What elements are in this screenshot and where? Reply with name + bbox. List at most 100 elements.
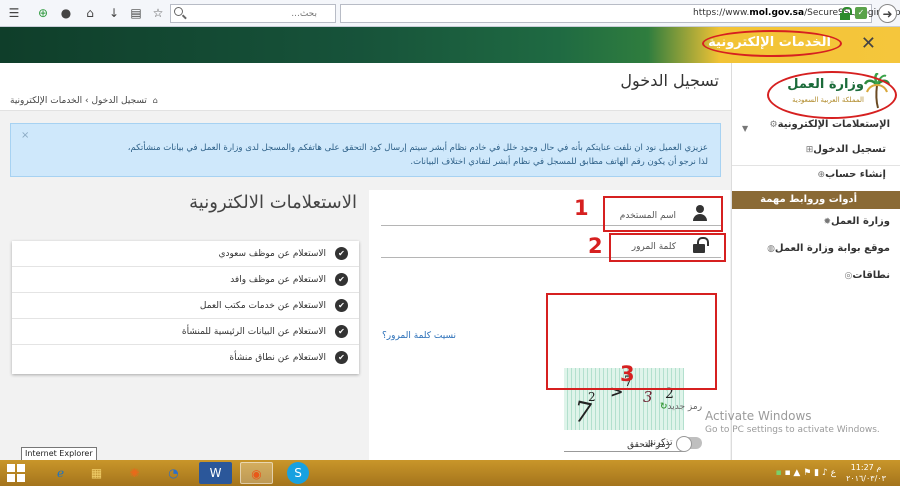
watermark-line-2: Go to PC settings to activate Windows.: [705, 425, 880, 435]
list-item[interactable]: ✔ الاستعلام عن نطاق منشأة: [12, 345, 359, 371]
internet-explorer-icon[interactable]: ℯ: [44, 462, 77, 484]
forward-arrow-icon[interactable]: ➜: [878, 4, 897, 23]
check-circle-icon: ✔: [335, 351, 348, 364]
breadcrumb-current: تسجيل الدخول: [91, 96, 147, 106]
breadcrumb-separator: ›: [84, 96, 89, 106]
sidebar-item-ministry[interactable]: وزارة العمل✹: [815, 216, 890, 232]
sidebar-item-login[interactable]: تسجيل الدخول⊞: [797, 144, 886, 160]
tools-header: أدوات وروابط مهمة: [732, 191, 900, 209]
home-icon[interactable]: ⌂: [153, 96, 158, 105]
url-text: https://www.mol.gov.sa/SecureSSL/Login.a…: [693, 8, 900, 18]
tray-app-icon[interactable]: ▪: [784, 468, 790, 478]
remember-me-toggle[interactable]: [676, 436, 702, 452]
chevron-down-icon[interactable]: ▼: [742, 124, 748, 133]
list-item-label: الاستعلام عن خدمات مكتب العمل: [199, 301, 326, 311]
target-icon: ◎: [844, 271, 853, 281]
sidebar-divider: [732, 165, 900, 166]
check-circle-icon: ✔: [335, 273, 348, 286]
tray-flag-icon[interactable]: ⚑: [803, 468, 811, 478]
page-header: تسجيل الدخول تسجيل الدخول › الخدمات الإل…: [0, 63, 731, 111]
home-icon[interactable]: ⌂: [82, 5, 98, 21]
check-circle-icon: ✔: [335, 247, 348, 260]
info-alert: × عزيزي العميل نود ان نلفت عنايتكم بأنه …: [10, 123, 721, 177]
sidebar-item-portal[interactable]: موقع بوابة وزارة العمل◍: [759, 243, 890, 259]
windows-taskbar: ℯ ▦ ✺ ◔ W ◉ S ▪ ▪ ▲ ⚑ ▮ ♪ ع 11:27 م ٢٠١٦…: [0, 460, 900, 486]
sidebar-item-label: نطاقات: [852, 270, 890, 281]
captcha-char: 3: [643, 388, 653, 406]
list-item-label: الاستعلام عن نطاق منشأة: [229, 353, 326, 363]
hamburger-menu-icon[interactable]: ☰: [6, 5, 22, 21]
forgot-password-link[interactable]: نسيت كلمة المرور؟: [382, 331, 456, 341]
browser-toolbar: ☰ ⊕ ● ⌂ ↓ ▤ ☆ ↻ https://www.mol.gov.sa/S…: [0, 0, 900, 27]
browser-app-icon[interactable]: ◔: [157, 462, 190, 484]
check-circle-icon: ✔: [335, 299, 348, 312]
remember-me-label: تذكرني: [646, 438, 673, 448]
tray-volume-icon[interactable]: ♪: [822, 468, 828, 478]
annotation-number-1: 1: [574, 196, 589, 220]
list-item-label: الاستعلام عن البيانات الرئيسية للمنشأة: [181, 327, 326, 337]
sidebar: وزارة العمل المملكة العربية السعودية ▼ ا…: [731, 63, 900, 460]
new-code-label: رمز جديد: [667, 402, 703, 412]
taskbar-tooltip: Internet Explorer: [21, 447, 97, 461]
tray-up-arrow-icon[interactable]: ▲: [793, 468, 800, 478]
watermark-line-1: Activate Windows: [705, 409, 812, 423]
sidebar-item-label: وزارة العمل: [831, 216, 890, 227]
browser-search-box[interactable]: [170, 4, 336, 23]
breadcrumb-parent[interactable]: الخدمات الإلكترونية: [10, 96, 82, 106]
refresh-icon: ↻: [660, 402, 668, 412]
reading-list-icon[interactable]: ▤: [128, 5, 144, 21]
sidebar-item-label: تسجيل الدخول: [813, 144, 886, 155]
word-icon[interactable]: W: [199, 462, 232, 484]
list-item[interactable]: ✔ الاستعلام عن البيانات الرئيسية للمنشأة: [12, 319, 359, 345]
list-item-label: الاستعلام عن موظف سعودي: [218, 249, 326, 259]
clock-time: 11:27 م: [850, 463, 882, 472]
browser-search-input[interactable]: [171, 5, 321, 22]
annotation-number-2: 2: [588, 234, 603, 258]
list-item[interactable]: ✔ الاستعلام عن خدمات مكتب العمل: [12, 293, 359, 319]
annotation-ellipse-logo: [767, 71, 897, 119]
gears-icon: ⚙: [769, 120, 778, 130]
bookmark-star-icon[interactable]: ☆: [150, 5, 166, 21]
file-explorer-icon[interactable]: ▦: [80, 462, 113, 484]
alert-line-2: لذا نرجو أن يكون رقم الهاتف مطابق للمسجل…: [410, 157, 708, 167]
list-item[interactable]: ✔ الاستعلام عن موظف سعودي: [12, 241, 359, 267]
tray-language[interactable]: ع: [831, 468, 836, 478]
firefox-icon[interactable]: ◉: [240, 462, 273, 484]
windows-start-icon[interactable]: [7, 464, 25, 482]
plus-square-icon: ⊞: [805, 145, 814, 155]
enquiries-title: الاستعلامات الالكترونية: [189, 192, 357, 213]
ssl-lock-icon: [840, 7, 852, 20]
sidebar-item-register[interactable]: إنشاء حساب⊕: [809, 169, 886, 185]
tray-network-icon[interactable]: ▮: [814, 468, 819, 478]
annotation-box-username: [603, 196, 723, 232]
download-icon[interactable]: ↓: [106, 5, 122, 21]
captcha-char: 2: [588, 390, 596, 404]
address-bar[interactable]: https://www.mol.gov.sa/SecureSSL/Login.a…: [340, 4, 900, 23]
sun-icon: ✹: [823, 217, 831, 227]
speed-dial-icon[interactable]: ⊕: [35, 5, 51, 21]
sidebar-item-label: الإستعلامات الإلكترونية: [777, 119, 890, 130]
annotation-box-password: [609, 233, 726, 262]
system-tray: ▪ ▪ ▲ ⚑ ▮ ♪ ع: [775, 468, 836, 478]
new-code-button[interactable]: رمز جديد↻: [657, 402, 702, 412]
skype-icon[interactable]: S: [287, 462, 309, 484]
search-icon: [174, 7, 183, 16]
annotation-ellipse-banner: [702, 30, 842, 57]
windows-watermark: Activate Windows Go to PC settings to ac…: [705, 409, 880, 435]
chat-icon[interactable]: ●: [58, 5, 74, 21]
sidebar-item-label: موقع بوابة وزارة العمل: [774, 243, 890, 254]
taskbar-clock[interactable]: 11:27 م ٢٠١٦/٠٣/٠٣: [840, 462, 892, 484]
media-player-icon[interactable]: ✺: [118, 462, 151, 484]
close-icon[interactable]: ✕: [861, 33, 876, 54]
ssl-verified-icon: ✓: [855, 7, 867, 19]
page-title: تسجيل الدخول: [620, 71, 719, 90]
header-banner: الخدمات الإلكترونية ✕: [0, 27, 900, 63]
close-icon[interactable]: ×: [21, 130, 29, 141]
sidebar-item-eservices[interactable]: الإستعلامات الإلكترونية⚙: [762, 119, 890, 135]
tray-app-icon[interactable]: ▪: [775, 468, 781, 478]
globe-icon: ◍: [767, 244, 775, 254]
list-item[interactable]: ✔ الاستعلام عن موظف وافد: [12, 267, 359, 293]
check-circle-icon: ✔: [335, 325, 348, 338]
sidebar-item-label: إنشاء حساب: [825, 169, 886, 180]
sidebar-item-nitaqat[interactable]: نطاقات◎: [836, 270, 890, 286]
